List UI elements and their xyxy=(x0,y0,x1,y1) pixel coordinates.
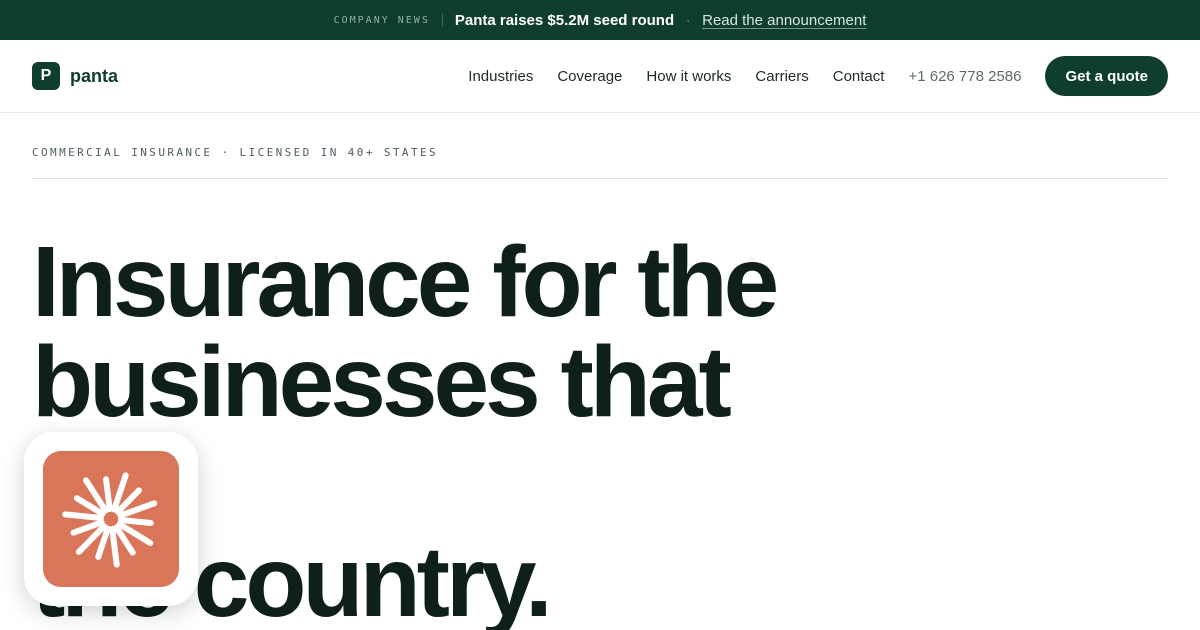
announcement-tag: COMPANY NEWS xyxy=(333,14,430,26)
nav-link-coverage[interactable]: Coverage xyxy=(557,68,622,85)
logo[interactable]: P panta xyxy=(32,62,118,90)
announcement-separator: · xyxy=(686,13,691,27)
hero-headline-line: Insurance for the xyxy=(32,226,779,338)
logo-text: panta xyxy=(70,65,119,86)
hero-eyebrow: COMMERCIAL INSURANCE · LICENSED IN 40+ S… xyxy=(32,146,439,159)
announcement-link[interactable]: Read the announcement xyxy=(702,12,866,29)
announcement-bar: COMPANY NEWS Panta raises $5.2M seed rou… xyxy=(0,0,1200,40)
nav-link-industries[interactable]: Industries xyxy=(468,68,533,85)
app-icon xyxy=(43,451,179,587)
app-icon-card xyxy=(24,432,198,606)
burst-ray xyxy=(62,511,105,521)
nav-link-contact[interactable]: Contact xyxy=(833,68,885,85)
announcement-headline: Panta raises $5.2M seed round xyxy=(454,11,675,29)
nav-links: Industries Coverage How it works Carrier… xyxy=(468,68,1021,85)
burst-ray xyxy=(109,525,120,568)
asterisk-burst-icon xyxy=(62,472,158,568)
main-nav: P panta Industries Coverage How it works… xyxy=(0,40,1200,113)
announcement-divider xyxy=(441,13,443,27)
divider xyxy=(32,178,1168,179)
hero-headline-line: businesses that xyxy=(32,326,732,438)
logo-mark-icon: P xyxy=(32,62,60,90)
burst-ray xyxy=(103,476,113,513)
phone-link[interactable]: +1 626 778 2586 xyxy=(908,68,1021,85)
burst-ray xyxy=(117,517,154,526)
nav-link-carriers[interactable]: Carriers xyxy=(755,68,808,85)
nav-link-how-it-works[interactable]: How it works xyxy=(646,68,731,85)
get-quote-button[interactable]: Get a quote xyxy=(1045,56,1168,96)
